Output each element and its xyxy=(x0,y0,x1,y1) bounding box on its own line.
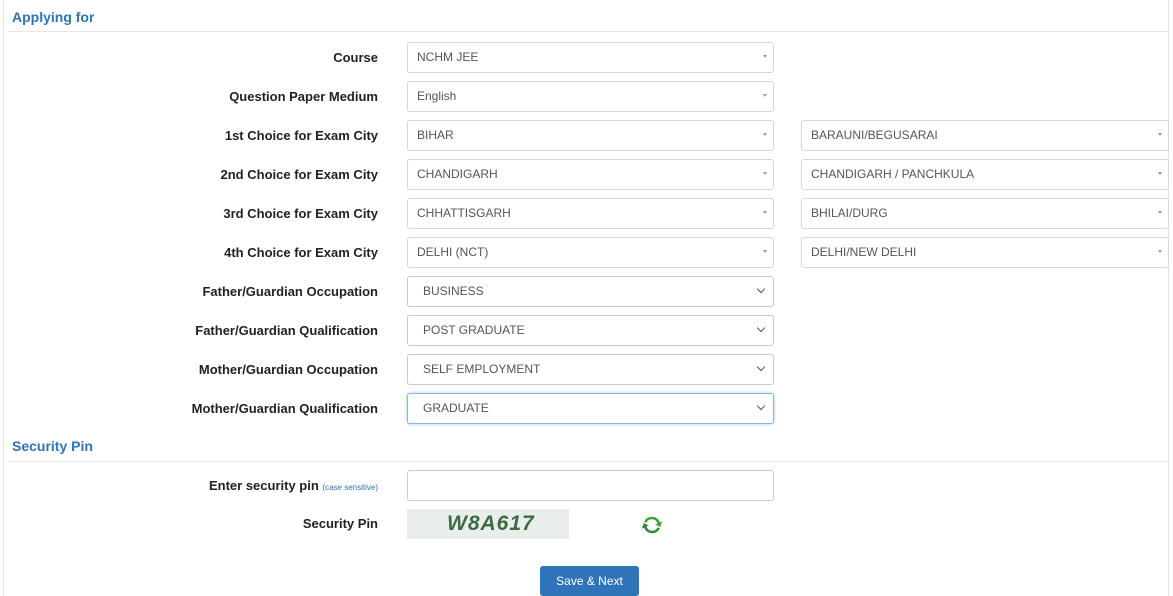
label-security-pin: Security Pin xyxy=(302,516,378,531)
chevron-down-icon xyxy=(756,362,766,372)
caret-down-icon xyxy=(1158,211,1162,214)
course-select-value: NCHM JEE xyxy=(417,50,479,64)
exam-city-3-city-value: BHILAI/DURG xyxy=(811,206,888,220)
label-enter-security-pin: Enter security pin (case sensitive) xyxy=(209,478,378,493)
mother-qualification-select[interactable]: GRADUATE xyxy=(407,393,774,424)
label-exam-city-1: 1st Choice for Exam City xyxy=(224,128,378,143)
exam-city-3-city-select[interactable]: BHILAI/DURG xyxy=(801,198,1169,229)
section-divider xyxy=(8,461,1169,462)
caret-down-icon xyxy=(763,55,767,58)
exam-city-2-city-value: CHANDIGARH / PANCHKULA xyxy=(811,167,975,181)
caret-down-icon xyxy=(763,94,767,97)
exam-city-1-city-value: BARAUNI/BEGUSARAI xyxy=(811,128,938,142)
captcha-image: W8A617 xyxy=(407,509,569,539)
label-mother-occupation: Mother/Guardian Occupation xyxy=(198,362,378,377)
label-course: Course xyxy=(333,50,378,65)
caret-down-icon xyxy=(763,172,767,175)
section-title-security-pin: Security Pin xyxy=(12,438,93,454)
caret-down-icon xyxy=(763,133,767,136)
enter-security-pin-text: Enter security pin xyxy=(208,478,319,493)
exam-city-3-state-select[interactable]: CHHATTISGARH xyxy=(407,198,774,229)
exam-city-4-state-select[interactable]: DELHI (NCT) xyxy=(407,237,774,268)
father-occupation-select[interactable]: BUSINESS xyxy=(407,276,774,307)
chevron-down-icon xyxy=(756,401,766,411)
caret-down-icon xyxy=(1158,250,1162,253)
question-paper-medium-value: English xyxy=(417,89,457,103)
exam-city-4-city-select[interactable]: DELHI/NEW DELHI xyxy=(801,237,1169,268)
case-sensitive-hint: (case sensitive) xyxy=(322,483,378,492)
exam-city-4-state-value: DELHI (NCT) xyxy=(417,245,489,259)
label-exam-city-4: 4th Choice for Exam City xyxy=(224,245,378,260)
caret-down-icon xyxy=(763,250,767,253)
father-occupation-value: BUSINESS xyxy=(423,284,484,298)
label-father-occupation: Father/Guardian Occupation xyxy=(202,284,378,299)
caret-down-icon xyxy=(1158,172,1162,175)
mother-occupation-select[interactable]: SELF EMPLOYMENT xyxy=(407,354,774,385)
label-exam-city-3: 3rd Choice for Exam City xyxy=(223,206,378,221)
exam-city-2-city-select[interactable]: CHANDIGARH / PANCHKULA xyxy=(801,159,1169,190)
exam-city-2-state-select[interactable]: CHANDIGARH xyxy=(407,159,774,190)
exam-city-1-state-select[interactable]: BIHAR xyxy=(407,120,774,151)
exam-city-4-city-value: DELHI/NEW DELHI xyxy=(811,245,917,259)
caret-down-icon xyxy=(763,211,767,214)
father-qualification-select[interactable]: POST GRADUATE xyxy=(407,315,774,346)
exam-city-2-state-value: CHANDIGARH xyxy=(417,167,498,181)
caret-down-icon xyxy=(1158,133,1162,136)
save-next-button[interactable]: Save & Next xyxy=(540,566,639,596)
exam-city-3-state-value: CHHATTISGARH xyxy=(417,206,511,220)
security-pin-input[interactable] xyxy=(407,470,774,501)
label-exam-city-2: 2nd Choice for Exam City xyxy=(220,167,378,182)
label-father-qualification: Father/Guardian Qualification xyxy=(195,323,378,338)
section-title-applying-for: Applying for xyxy=(12,9,95,25)
question-paper-medium-select[interactable]: English xyxy=(407,81,774,112)
exam-city-1-city-select[interactable]: BARAUNI/BEGUSARAI xyxy=(801,120,1169,151)
course-select[interactable]: NCHM JEE xyxy=(407,42,774,73)
refresh-icon[interactable] xyxy=(641,514,663,536)
mother-occupation-value: SELF EMPLOYMENT xyxy=(423,362,541,376)
section-divider xyxy=(8,31,1169,32)
label-question-paper-medium: Question Paper Medium xyxy=(229,89,378,104)
father-qualification-value: POST GRADUATE xyxy=(423,323,525,337)
mother-qualification-value: GRADUATE xyxy=(423,401,489,415)
chevron-down-icon xyxy=(756,323,766,333)
chevron-down-icon xyxy=(756,284,766,294)
label-mother-qualification: Mother/Guardian Qualification xyxy=(191,401,378,416)
exam-city-1-state-value: BIHAR xyxy=(417,128,454,142)
